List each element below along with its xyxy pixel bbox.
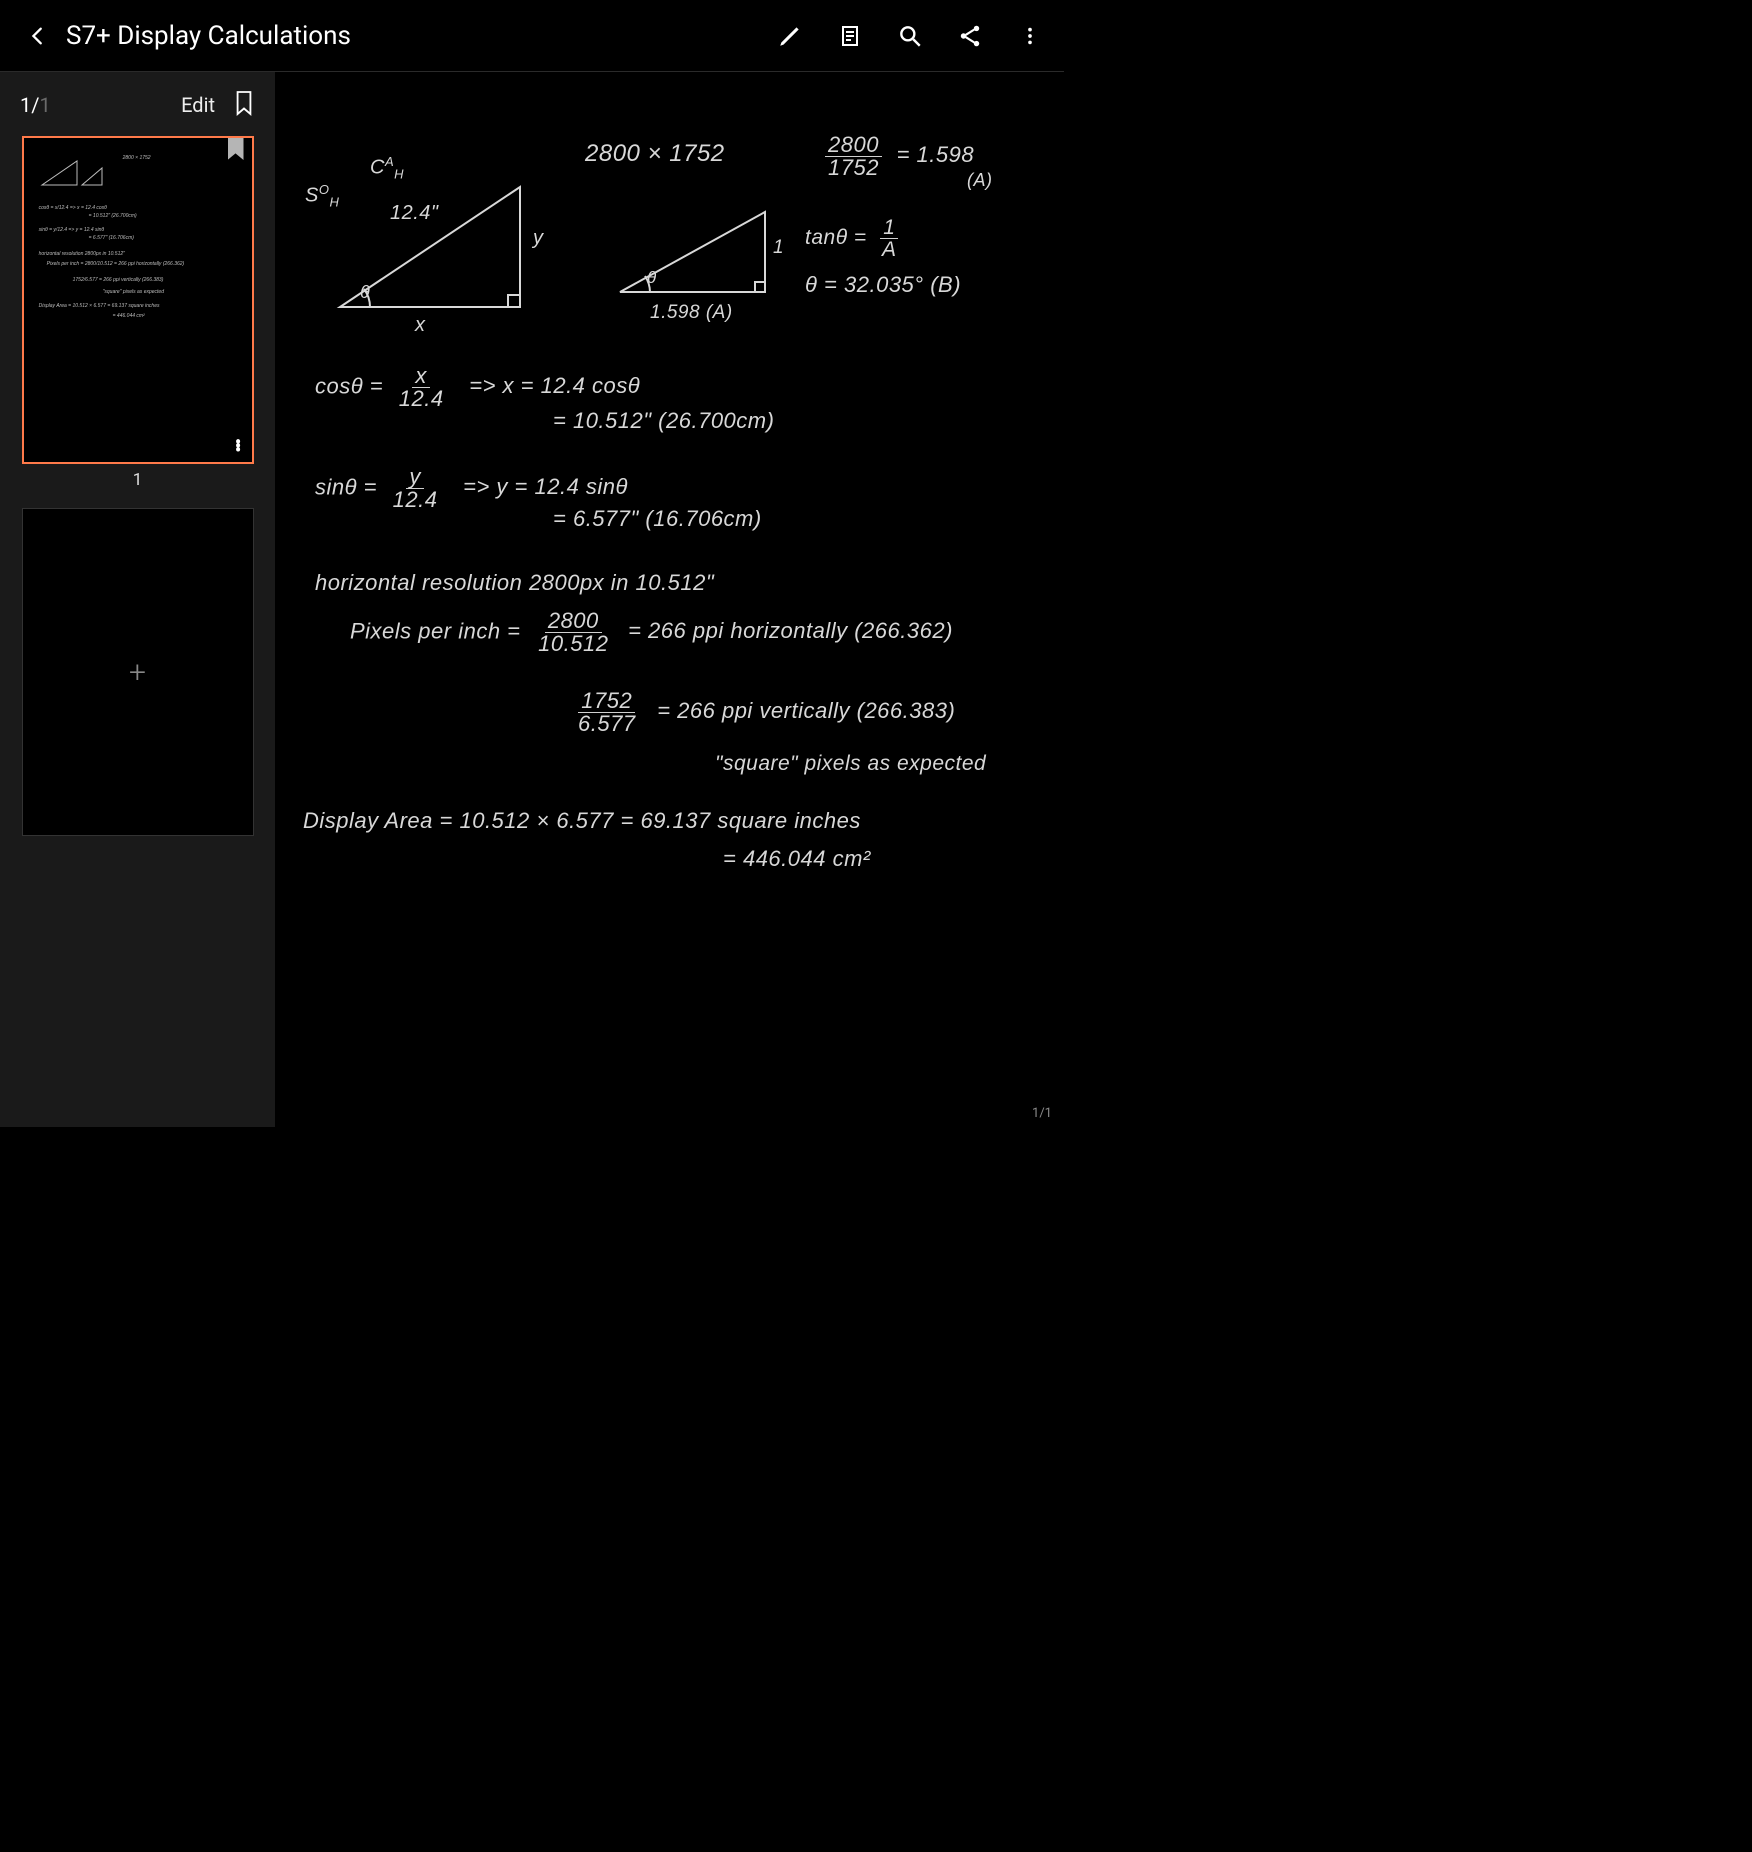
page-icon: [838, 24, 862, 48]
bookmark-outline-icon: [233, 90, 255, 116]
triangle-1: [320, 167, 540, 337]
edit-pen-button[interactable]: [774, 20, 806, 52]
bookmark-button[interactable]: [233, 90, 255, 120]
edit-button[interactable]: Edit: [181, 93, 215, 117]
page-current: 1/: [20, 93, 40, 117]
sin-equation: sinθ = y12.4 => y = 12.4 sinθ: [315, 466, 628, 511]
page-thumbnail-1[interactable]: 2800 × 1752 cosθ = x/12.4 => x = 12.4 co…: [22, 136, 254, 464]
resolution-text: 2800 × 1752: [585, 140, 725, 168]
hres-text: horizontal resolution 2800px in 10.512": [315, 570, 714, 596]
tri2-theta-label: θ: [647, 268, 657, 288]
page-counter: 1/1: [20, 93, 51, 117]
display-area-line1: Display Area = 10.512 × 6.577 = 69.137 s…: [303, 808, 861, 834]
back-button[interactable]: [18, 16, 58, 56]
app-body: 1/1 Edit 2800 × 1752 cosθ = x/12.4 =>: [0, 72, 1064, 1127]
thumbnail-1-label: 1: [10, 470, 265, 490]
more-button[interactable]: [1014, 20, 1046, 52]
share-icon: [957, 23, 983, 49]
page-title: S7+ Display Calculations: [66, 21, 774, 51]
aspect-ratio-label: (A): [967, 170, 993, 191]
aspect-ratio-fraction: 28001752 = 1.598: [825, 134, 974, 179]
page-outline-button[interactable]: [834, 20, 866, 52]
tan-equation: tanθ = 1A: [805, 217, 900, 260]
chevron-left-icon: [27, 25, 49, 47]
sidebar-header-actions: Edit: [181, 90, 255, 120]
tri1-y-label: y: [533, 227, 544, 250]
note-canvas[interactable]: SOH CAH 12.4" x y θ 2800 × 1752 28001752…: [275, 72, 1064, 1127]
more-vertical-icon: [1019, 25, 1041, 47]
square-pixels-note: "square" pixels as expected: [715, 752, 986, 776]
tri1-x-label: x: [415, 314, 426, 337]
ppi-horizontal: Pixels per inch = 280010.512 = 266 ppi h…: [350, 610, 953, 655]
add-page-button[interactable]: +: [22, 508, 254, 836]
triangle-2: [605, 192, 785, 312]
page-total: 1: [40, 93, 51, 117]
tri2-side-label: 1: [773, 237, 784, 259]
canvas-page-indicator: 1/1: [1032, 1106, 1052, 1121]
search-icon: [897, 23, 923, 49]
cos-equation: cosθ = x12.4 => x = 12.4 cosθ: [315, 365, 640, 410]
ppi-vertical: 17526.577 = 266 ppi vertically (266.383): [575, 690, 955, 735]
tri2-base-label: 1.598 (A): [650, 302, 733, 324]
sin-result: = 6.577" (16.706cm): [553, 506, 762, 532]
header-actions: [774, 20, 1046, 52]
thumbnail-preview: 2800 × 1752 cosθ = x/12.4 => x = 12.4 co…: [33, 151, 243, 449]
tri1-theta-label: θ: [360, 282, 370, 303]
search-button[interactable]: [894, 20, 926, 52]
thumbnail-more-button[interactable]: •••: [235, 440, 242, 452]
tri1-hyp-label: 12.4": [390, 202, 439, 225]
display-area-line2: = 446.044 cm²: [723, 846, 871, 872]
sidebar-header: 1/1 Edit: [10, 82, 265, 134]
share-button[interactable]: [954, 20, 986, 52]
pencil-icon: [777, 23, 803, 49]
page-sidebar: 1/1 Edit 2800 × 1752 cosθ = x/12.4 =>: [0, 72, 275, 1127]
cos-result: = 10.512" (26.700cm): [553, 408, 774, 434]
app-header: S7+ Display Calculations: [0, 0, 1064, 72]
plus-icon: +: [129, 655, 146, 690]
theta-equation: θ = 32.035° (B): [805, 272, 961, 298]
